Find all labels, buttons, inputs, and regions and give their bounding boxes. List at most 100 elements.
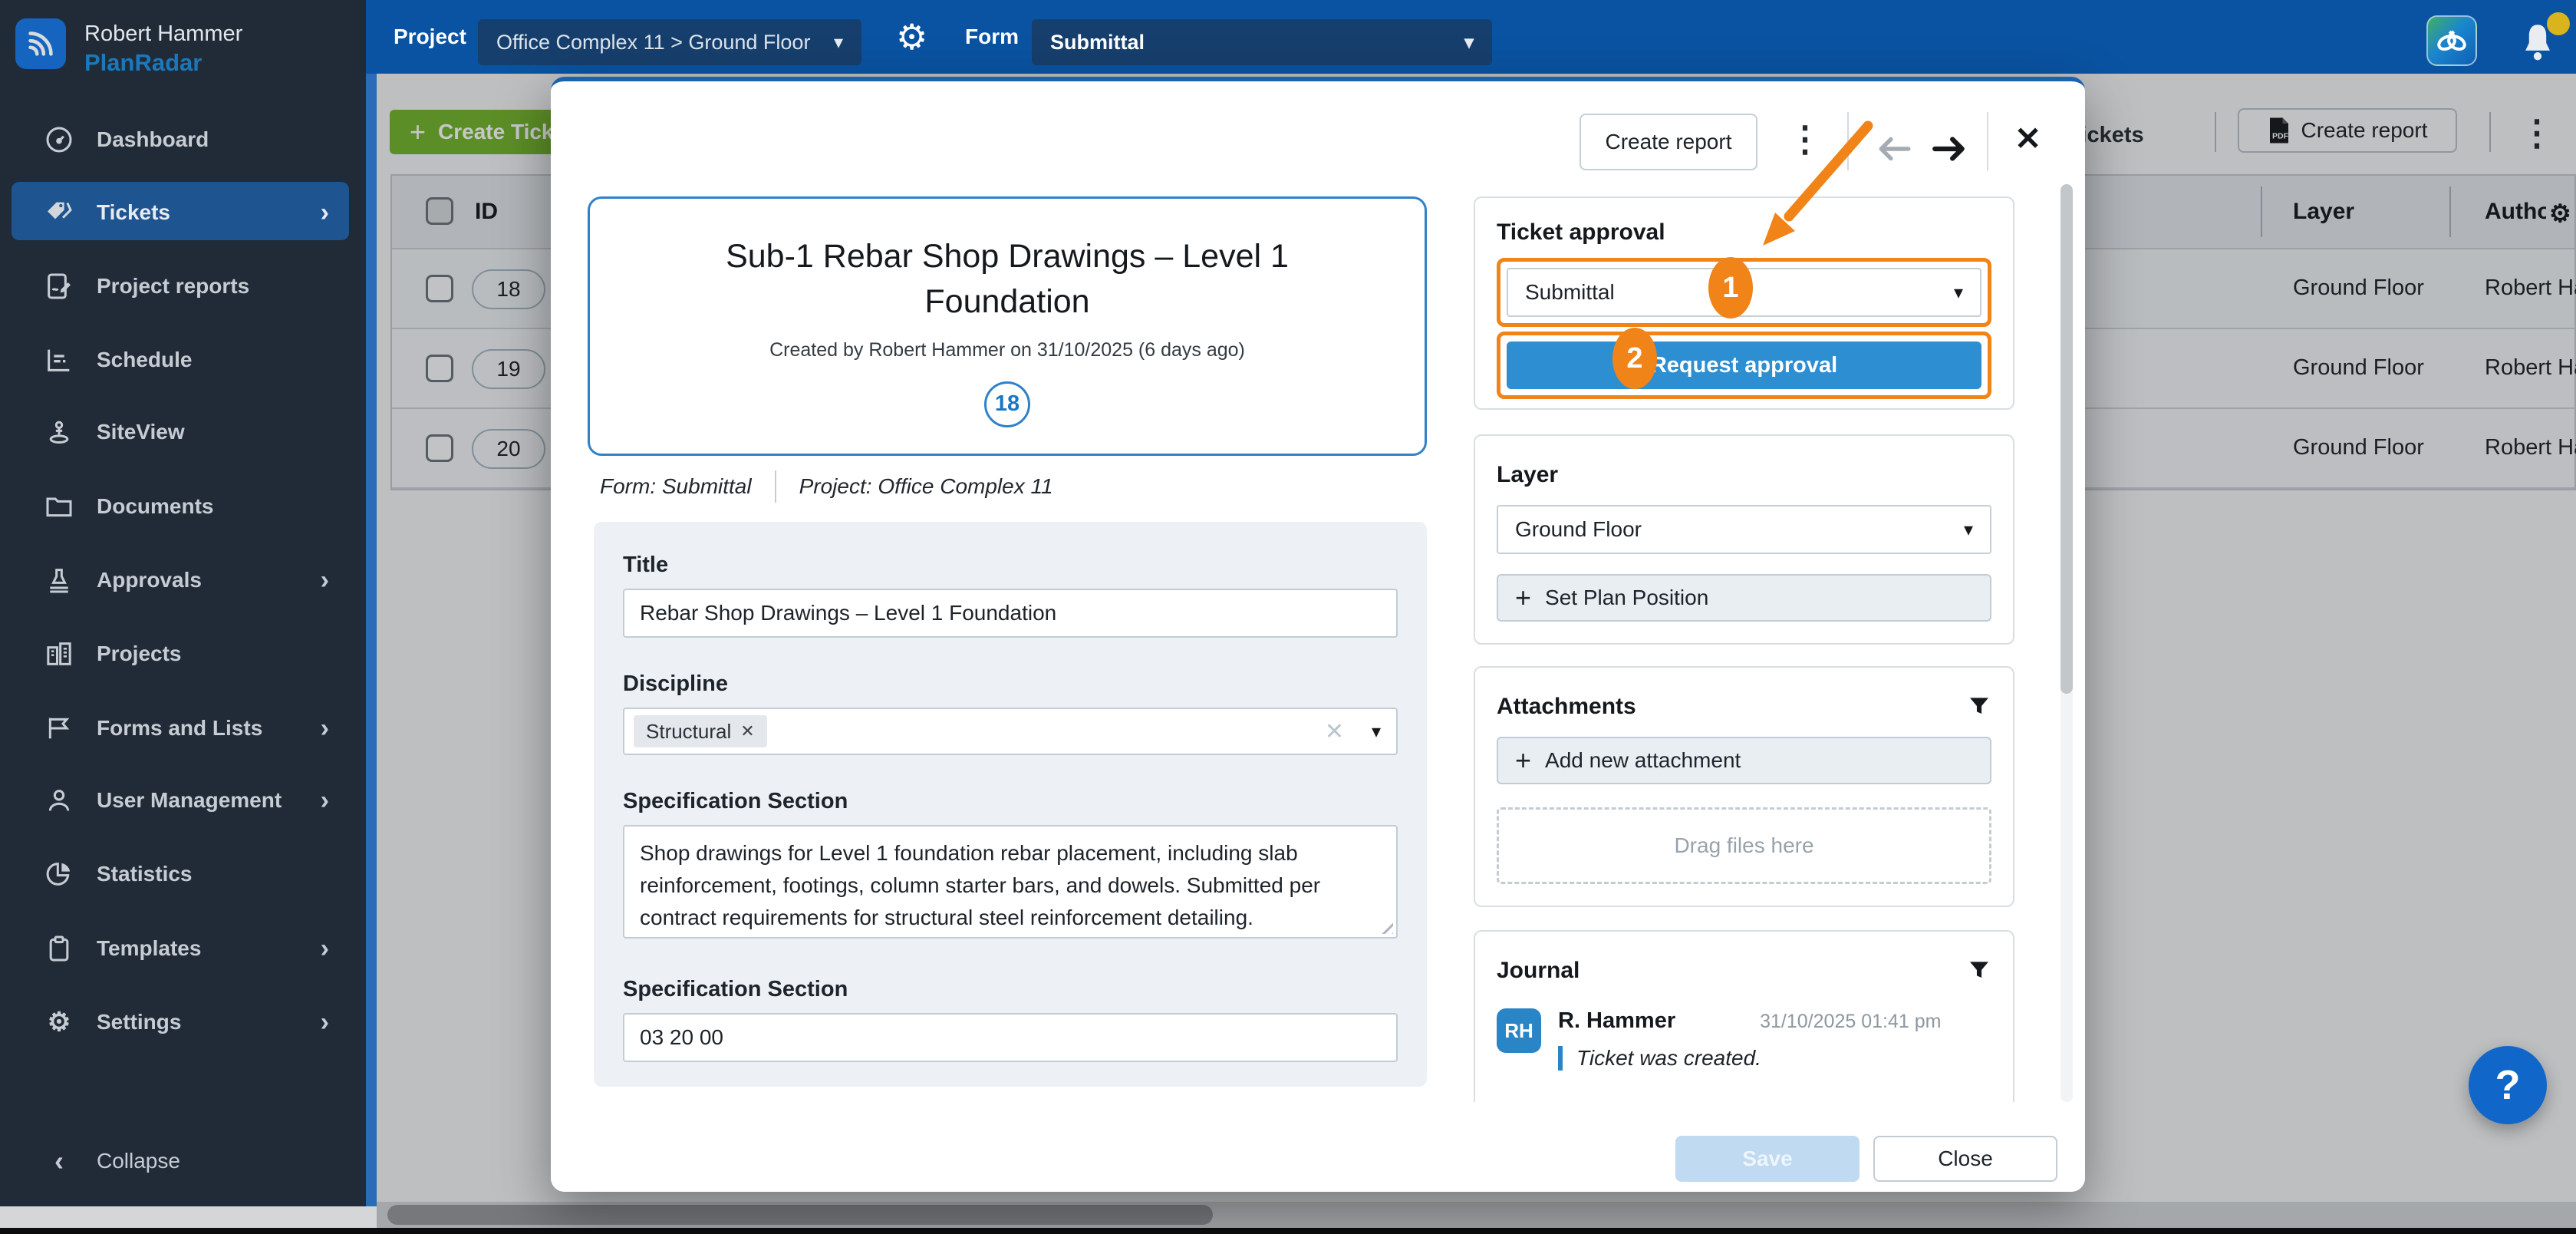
modal-scrollbar-thumb[interactable] <box>2060 184 2073 694</box>
spec-section-textarea[interactable]: Shop drawings for Level 1 foundation reb… <box>623 825 1398 939</box>
buildings-icon <box>43 638 75 670</box>
planradar-app: Project Office Complex 11 > Ground Floor… <box>0 0 2576 1234</box>
layer-heading: Layer <box>1497 462 1991 488</box>
project-meta: Project: Office Complex 11 <box>799 474 1053 499</box>
title-field-label: Title <box>623 553 1398 578</box>
sidebar-item-projects[interactable]: Projects <box>0 629 366 679</box>
sidebar-item-label: Dashboard <box>97 127 209 152</box>
brand-name[interactable]: PlanRadar <box>84 49 202 77</box>
ticket-created-line: Created by Robert Hammer on 31/10/2025 (… <box>590 339 1425 361</box>
discipline-chip[interactable]: Structural ✕ <box>634 715 767 747</box>
folder-icon <box>43 490 75 523</box>
pie-chart-icon <box>43 858 75 890</box>
resize-handle[interactable] <box>1378 919 1393 934</box>
collapse-label: Collapse <box>97 1149 180 1173</box>
sidebar-item-label: Settings <box>97 1010 181 1034</box>
save-button[interactable]: Save <box>1675 1136 1860 1182</box>
sidebar-item-approvals[interactable]: Approvals › <box>0 555 366 605</box>
ticket-form-panel: Title Rebar Shop Drawings – Level 1 Foun… <box>594 522 1427 1087</box>
sidebar-collapse-button[interactable]: ‹ Collapse <box>0 1136 366 1186</box>
project-selector[interactable]: Office Complex 11 > Ground Floor ▾ <box>478 19 861 65</box>
sidebar-item-settings[interactable]: ⚙ Settings › <box>0 997 366 1048</box>
chevron-right-icon: › <box>321 1008 329 1038</box>
layer-dropdown[interactable]: Ground Floor ▾ <box>1497 505 1991 554</box>
close-button[interactable]: Close <box>1873 1136 2057 1182</box>
chevron-down-icon: ▾ <box>1954 282 1963 304</box>
clipboard-icon <box>43 932 75 965</box>
dashboard-icon <box>43 124 75 156</box>
sidebar-item-templates[interactable]: Templates › <box>0 923 366 974</box>
chevron-right-icon: › <box>321 198 329 228</box>
report-icon <box>43 270 75 302</box>
spec-code-label: Specification Section <box>623 977 1398 1002</box>
journal-entry: RH R. Hammer 31/10/2025 01:41 pm Ticket … <box>1497 1008 1991 1071</box>
help-button[interactable]: ? <box>2469 1046 2547 1124</box>
set-plan-position-button[interactable]: + Set Plan Position <box>1497 574 1991 622</box>
butterfly-logo-icon <box>2435 24 2469 58</box>
next-ticket-arrow-icon[interactable] <box>1930 132 1968 166</box>
journal-entry-text: Ticket was created. <box>1558 1046 1941 1071</box>
close-modal-icon[interactable]: ✕ <box>2014 120 2041 157</box>
ticket-id-badge: 18 <box>984 381 1030 427</box>
annotation-arrow <box>1718 117 1902 278</box>
gears-icon: ⚙ <box>43 1006 75 1038</box>
filter-funnel-icon[interactable] <box>1967 694 1991 718</box>
siteview-person-icon <box>43 416 75 448</box>
attachments-heading: Attachments <box>1497 694 1636 720</box>
chevron-right-icon: › <box>321 566 329 596</box>
flag-icon <box>43 712 75 744</box>
chevron-right-icon: › <box>321 786 329 816</box>
discipline-multiselect[interactable]: Structural ✕ ✕ ▾ <box>623 708 1398 755</box>
plus-icon: + <box>1515 744 1531 777</box>
sidebar-item-label: SiteView <box>97 420 185 444</box>
request-approval-button[interactable]: Request approval <box>1507 341 1981 389</box>
sidebar-item-label: Approvals <box>97 568 202 592</box>
sidebar-item-label: Tickets <box>97 200 170 225</box>
project-settings-gear-icon[interactable]: ⚙ <box>896 0 927 74</box>
discipline-field-label: Discipline <box>623 671 1398 697</box>
annotation-highlight-box-2: Request approval <box>1497 332 1991 399</box>
user-name: Robert Hammer <box>84 21 242 47</box>
modal-footer: Save Close <box>551 1102 2085 1192</box>
chevron-right-icon: › <box>321 934 329 964</box>
chevron-left-icon: ‹ <box>43 1145 75 1177</box>
sidebar: Robert Hammer PlanRadar Dashboard Ticket… <box>0 0 366 1206</box>
sidebar-item-forms-and-lists[interactable]: Forms and Lists › <box>0 703 366 754</box>
form-label: Form <box>965 0 1019 74</box>
window-bottom-edge <box>0 1228 2576 1234</box>
filter-funnel-icon[interactable] <box>1967 958 1991 982</box>
sidebar-item-label: User Management <box>97 788 282 813</box>
sidebar-item-label: Schedule <box>97 348 192 372</box>
sidebar-item-project-reports[interactable]: Project reports <box>0 261 366 312</box>
planradar-logo <box>15 18 66 69</box>
sidebar-item-tickets[interactable]: Tickets › <box>0 187 366 238</box>
plus-icon: + <box>1515 582 1531 614</box>
ticket-title-card: Sub-1 Rebar Shop Drawings – Level 1 Foun… <box>588 196 1427 456</box>
form-meta: Form: Submittal <box>600 474 752 499</box>
notification-badge-dot <box>2547 12 2570 35</box>
sidebar-item-user-management[interactable]: User Management › <box>0 775 366 826</box>
sidebar-item-dashboard[interactable]: Dashboard <box>0 114 366 165</box>
sidebar-item-statistics[interactable]: Statistics <box>0 849 366 899</box>
journal-heading: Journal <box>1497 958 1580 984</box>
chevron-down-icon: ▾ <box>814 31 843 54</box>
spec-section-label: Specification Section <box>623 789 1398 814</box>
add-attachment-button[interactable]: + Add new attachment <box>1497 737 1991 784</box>
file-dropzone[interactable]: Drag files here <box>1497 807 1991 884</box>
sidebar-item-documents[interactable]: Documents <box>0 481 366 532</box>
remove-chip-icon[interactable]: ✕ <box>740 721 754 741</box>
connect-app-icon[interactable] <box>2426 15 2477 66</box>
sidebar-item-schedule[interactable]: Schedule <box>0 335 366 385</box>
title-field-input[interactable]: Rebar Shop Drawings – Level 1 Foundation <box>623 589 1398 638</box>
clear-field-icon[interactable]: ✕ <box>1325 718 1372 745</box>
layer-card: Layer Ground Floor ▾ + Set Plan Position <box>1474 434 2014 645</box>
attachments-card: Attachments + Add new attachment Drag fi… <box>1474 666 2014 907</box>
schedule-chart-icon <box>43 344 75 376</box>
form-selector[interactable]: Submittal ▾ <box>1032 19 1492 65</box>
chevron-down-icon: ▾ <box>1372 721 1381 743</box>
spec-code-input[interactable]: 03 20 00 <box>623 1013 1398 1062</box>
sidebar-item-label: Forms and Lists <box>97 716 262 741</box>
journal-timestamp: 31/10/2025 01:41 pm <box>1760 1011 1941 1033</box>
sidebar-item-siteview[interactable]: SiteView <box>0 407 366 457</box>
sidebar-item-label: Documents <box>97 494 213 519</box>
